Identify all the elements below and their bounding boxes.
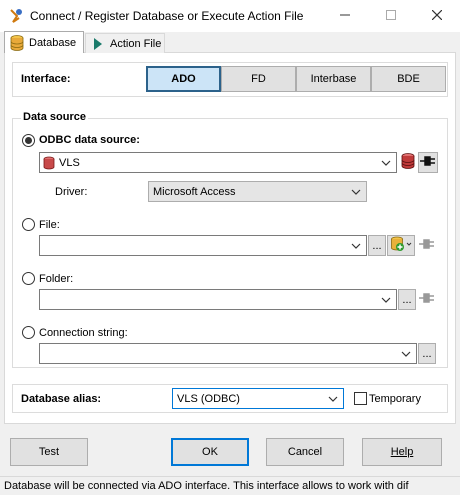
file-label: File:	[39, 219, 60, 231]
tab-action-file-label: Action File	[110, 37, 162, 50]
chevron-down-icon	[350, 185, 362, 199]
connection-string-browse-button[interactable]: ...	[418, 343, 436, 364]
close-button[interactable]	[414, 0, 460, 32]
maximize-icon	[386, 9, 396, 23]
folder-browse-button[interactable]: ...	[398, 289, 416, 310]
temporary-label: Temporary	[369, 393, 421, 405]
odbc-connect-button[interactable]	[418, 152, 438, 173]
folder-radio[interactable]	[22, 272, 35, 285]
database-add-icon	[390, 236, 412, 255]
odbc-database-icon	[43, 156, 59, 170]
file-browse-button[interactable]: ...	[368, 235, 386, 256]
file-combo[interactable]	[39, 235, 367, 256]
chevron-down-icon	[400, 347, 412, 361]
alias-combo[interactable]: VLS (ODBC)	[172, 388, 344, 409]
chevron-down-icon	[380, 293, 392, 307]
temporary-checkbox[interactable]	[354, 392, 367, 405]
interface-fd-button[interactable]: FD	[221, 66, 296, 92]
file-connect-button[interactable]	[417, 235, 437, 256]
connection-string-label: Connection string:	[39, 327, 128, 339]
tab-database-label: Database	[29, 36, 77, 49]
odbc-radio[interactable]	[22, 134, 35, 147]
app-icon	[8, 8, 24, 24]
test-button[interactable]: Test	[10, 438, 88, 466]
tab-action-file[interactable]: Action File	[85, 33, 165, 53]
odbc-source-combo[interactable]: VLS	[39, 152, 397, 173]
folder-combo[interactable]	[39, 289, 397, 310]
close-icon	[431, 9, 443, 23]
plug-icon	[420, 155, 436, 170]
chevron-down-icon	[327, 392, 339, 406]
minimize-button[interactable]	[322, 0, 368, 32]
odbc-admin-button[interactable]	[398, 152, 418, 173]
data-source-label: Data source	[21, 111, 88, 123]
alias-value: VLS (ODBC)	[177, 392, 240, 405]
interface-label: Interface:	[21, 73, 71, 85]
alias-label: Database alias:	[21, 393, 102, 405]
help-button[interactable]: Help	[362, 438, 442, 466]
odbc-source-value: VLS	[59, 156, 80, 169]
ok-button[interactable]: OK	[171, 438, 249, 466]
database-red-icon	[400, 152, 416, 173]
folder-connect-button[interactable]	[417, 289, 437, 310]
plug-icon	[419, 238, 435, 253]
play-arrow-icon	[90, 36, 106, 52]
interface-ado-button[interactable]: ADO	[146, 66, 221, 92]
tab-database[interactable]: Database	[4, 31, 84, 53]
window-title: Connect / Register Database or Execute A…	[30, 9, 304, 23]
driver-value: Microsoft Access	[153, 185, 236, 198]
folder-label: Folder:	[39, 273, 74, 285]
chevron-down-icon	[350, 239, 362, 253]
plug-icon	[419, 292, 435, 307]
odbc-label: ODBC data source:	[39, 134, 140, 146]
file-new-database-button[interactable]	[387, 235, 415, 256]
interface-bde-button[interactable]: BDE	[371, 66, 446, 92]
database-icon	[9, 34, 25, 51]
cancel-button[interactable]: Cancel	[266, 438, 344, 466]
minimize-icon	[340, 10, 350, 23]
maximize-button[interactable]	[368, 0, 414, 32]
status-bar: Database will be connected via ADO inter…	[0, 476, 460, 495]
driver-label: Driver:	[55, 186, 88, 198]
file-radio[interactable]	[22, 218, 35, 231]
connection-string-combo[interactable]	[39, 343, 417, 364]
driver-combo[interactable]: Microsoft Access	[148, 181, 367, 202]
connection-string-radio[interactable]	[22, 326, 35, 339]
chevron-down-icon	[380, 156, 392, 170]
interface-interbase-button[interactable]: Interbase	[296, 66, 371, 92]
